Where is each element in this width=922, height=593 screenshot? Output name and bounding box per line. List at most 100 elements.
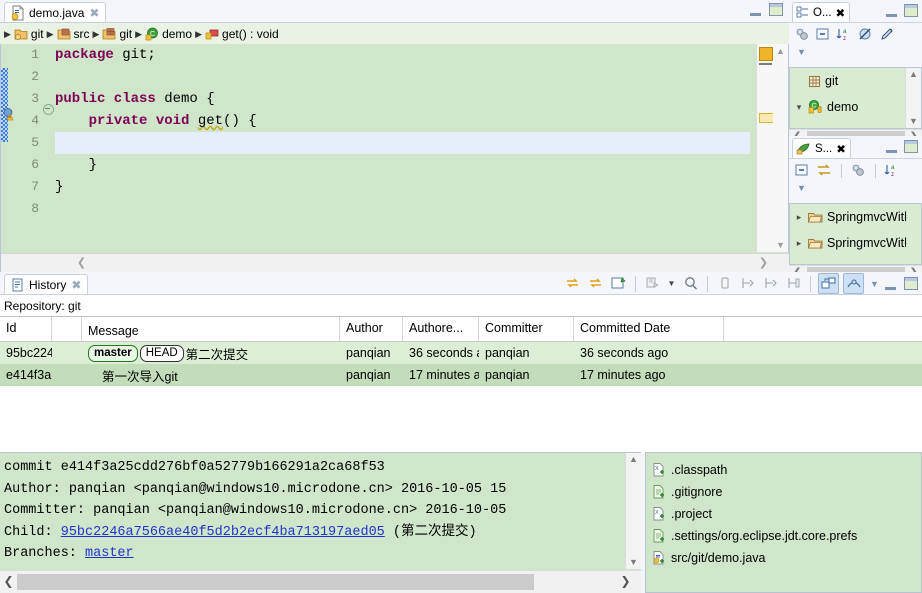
file-list-item[interactable]: src/git/demo.java (652, 547, 921, 569)
changed-files-panel[interactable]: X .classpath .gitignore X .project .sett… (645, 452, 922, 593)
editor-tab-demo-java[interactable]: demo.java ✖ (4, 2, 107, 23)
editor-horizontal-scrollbar[interactable]: ❮ ❯ (1, 253, 790, 272)
scrollbar-thumb[interactable] (17, 574, 534, 590)
close-icon[interactable]: ✖ (71, 279, 81, 291)
breadcrumb[interactable]: ▶ git ▶ src ▶ git ▶ C demo ▶ get(): voi… (0, 22, 793, 46)
collapse-method-icon[interactable] (43, 104, 54, 115)
filter-folder-icon[interactable] (761, 274, 780, 293)
view-menu-icon[interactable]: ▼ (868, 274, 881, 293)
table-row[interactable]: e414f3a 第一次导入git panqian 17 minutes a pa… (0, 364, 922, 386)
file-list-item[interactable]: X .project (652, 503, 921, 525)
folding-ruler[interactable] (42, 44, 54, 252)
breadcrumb-item-3[interactable]: C demo (145, 27, 192, 41)
link-with-editor-icon[interactable] (816, 163, 832, 178)
collapse-all-icon[interactable] (795, 163, 810, 178)
close-icon[interactable]: ✖ (836, 142, 846, 156)
link-with-editor-icon[interactable] (586, 274, 605, 293)
scroll-up-icon[interactable]: ▲ (773, 44, 788, 58)
search-icon[interactable] (681, 274, 700, 293)
overview-ruler[interactable] (756, 44, 774, 252)
explorer-item-0[interactable]: ▸ SpringmvcWitl (790, 204, 921, 230)
column-header-graph[interactable] (52, 317, 82, 341)
minimize-icon[interactable] (750, 4, 761, 16)
twisty-expanded-icon[interactable]: ▾ (794, 102, 804, 113)
outline-tree[interactable]: git ▾ C demo ▲ ▼ (789, 67, 922, 129)
table-row[interactable]: 95bc224 master HEAD 第二次提交 panqian 36 sec… (0, 342, 922, 364)
explorer-tabstrip: S... ✖ (789, 136, 922, 159)
explorer-item-1[interactable]: ▸ SpringmvcWitl (790, 230, 921, 256)
detail-vertical-scrollbar[interactable]: ▲ ▼ (625, 453, 641, 569)
file-list-item[interactable]: X .classpath (652, 459, 921, 481)
branch-link-master[interactable]: master (85, 546, 134, 561)
filter-project-icon[interactable] (784, 274, 803, 293)
editor-vertical-scrollbar[interactable]: ▲ ▼ (773, 44, 788, 252)
maximize-icon[interactable] (904, 140, 918, 153)
refresh-icon[interactable] (563, 274, 582, 293)
column-header-committer[interactable]: Committer (479, 317, 574, 341)
breadcrumb-item-0[interactable]: git (14, 27, 44, 41)
show-all-branches-icon[interactable] (715, 274, 734, 293)
twisty-collapsed-icon[interactable]: ▸ (794, 238, 804, 249)
file-list-item[interactable]: .settings/org.eclipse.jdt.core.prefs (652, 525, 921, 547)
sort-icon[interactable]: a z (836, 27, 852, 42)
file-list-item[interactable]: .gitignore (652, 481, 921, 503)
tab-history[interactable]: History ✖ (4, 274, 89, 295)
hide-static-icon[interactable] (858, 27, 873, 42)
twisty-collapsed-icon[interactable]: ▸ (794, 212, 804, 223)
scroll-left-icon[interactable]: ❮ (0, 571, 17, 592)
outline-item-git[interactable]: git (790, 68, 921, 94)
scroll-right-icon[interactable]: ❯ (617, 571, 634, 592)
explorer-tree[interactable]: ▸ SpringmvcWitl ▸ SpringmvcWitl (789, 203, 922, 265)
column-header-committed-date[interactable]: Committed Date (574, 317, 724, 341)
warning-overview-marker[interactable] (759, 47, 773, 61)
scroll-up-icon[interactable]: ▲ (906, 68, 921, 81)
filter-resource-icon[interactable] (738, 274, 757, 293)
warning-marker-icon[interactable] (3, 108, 16, 121)
sort-icon[interactable]: a z (884, 163, 900, 178)
code-text[interactable]: package git; public class demo { private… (55, 44, 750, 252)
scroll-up-icon[interactable]: ▲ (626, 453, 641, 466)
code-editor[interactable]: 1 2 3 4 5 6 7 8 package git; public clas… (0, 44, 790, 272)
tab-outline[interactable]: O... ✖ (792, 2, 851, 23)
commit-table[interactable]: Id Message Author Authore... Committer C… (0, 316, 922, 453)
maximize-icon[interactable] (769, 3, 783, 16)
show-commit-detail-icon[interactable] (818, 273, 839, 294)
scroll-left-icon[interactable]: ❮ (73, 254, 90, 272)
tab-package-explorer[interactable]: S... ✖ (792, 138, 851, 159)
hide-nonpublic-icon[interactable]: s (879, 27, 894, 42)
dropdown-arrow-icon[interactable]: ▼ (666, 274, 677, 293)
compare-mode-icon[interactable] (609, 274, 628, 293)
minimize-icon[interactable] (885, 278, 896, 290)
maximize-icon[interactable] (904, 4, 918, 17)
warning-overview-marker[interactable] (759, 113, 774, 123)
column-header-author[interactable]: Author (340, 317, 403, 341)
child-commit-link[interactable]: 95bc2246a7566ae40f5d2b2ecf4ba713197aed05 (61, 525, 385, 540)
view-menu-icon[interactable]: ▼ (797, 47, 806, 57)
commit-detail-panel[interactable]: commit e414f3a25cdd276bf0a52779b166291a2… (0, 452, 641, 593)
collapse-all-icon[interactable] (816, 27, 831, 42)
column-header-message[interactable]: Message (82, 317, 340, 341)
outline-vertical-scrollbar[interactable]: ▲ ▼ (905, 68, 921, 128)
close-icon[interactable]: ✖ (836, 6, 846, 20)
column-header-authored-date[interactable]: Authore... (403, 317, 479, 341)
close-icon[interactable]: ✖ (89, 7, 99, 19)
maximize-icon[interactable] (904, 277, 918, 290)
detail-horizontal-scrollbar[interactable]: ❮ ❯ (0, 570, 641, 593)
minimize-icon[interactable] (886, 141, 897, 153)
hide-fields-icon[interactable] (851, 163, 866, 178)
filter-commits-icon[interactable] (643, 274, 662, 293)
breadcrumb-item-2[interactable]: git (102, 27, 132, 41)
column-header-id[interactable]: Id (0, 317, 52, 341)
scroll-down-icon[interactable]: ▼ (626, 556, 641, 569)
scroll-right-icon[interactable]: ❯ (755, 254, 772, 272)
outline-item-demo[interactable]: ▾ C demo (790, 94, 921, 120)
breadcrumb-item-4[interactable]: get() : void (205, 27, 279, 41)
scroll-down-icon[interactable]: ▼ (906, 115, 921, 128)
scroll-down-icon[interactable]: ▼ (773, 238, 788, 252)
view-menu-icon[interactable]: ▼ (797, 183, 806, 193)
annotation-ruler[interactable] (1, 44, 17, 252)
minimize-icon[interactable] (886, 5, 897, 17)
breadcrumb-item-1[interactable]: src (57, 27, 90, 41)
hide-fields-icon[interactable] (795, 27, 810, 42)
show-revision-comment-icon[interactable] (843, 273, 864, 294)
